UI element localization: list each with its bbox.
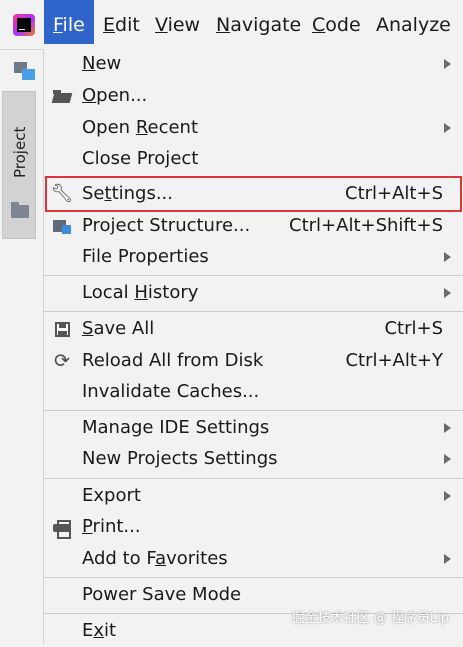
menu-item-local-history-label: Local History <box>82 277 198 309</box>
menu-item-local-history[interactable]: Local History <box>44 277 463 309</box>
menu-item-new-projects-settings-label: New Projects Settings <box>82 443 278 475</box>
menu-code[interactable]: Code <box>312 0 361 50</box>
menu-view-label: iew <box>168 14 201 36</box>
printer-icon <box>52 517 72 537</box>
menu-view-mnemonic: V <box>155 14 168 36</box>
menu-code-label: ode <box>325 14 360 36</box>
menu-item-exit-label: Exit <box>82 615 116 647</box>
submenu-arrow-icon <box>444 491 451 501</box>
menu-item-print[interactable]: Print... <box>44 511 463 543</box>
menu-item-save-all-shortcut: Ctrl+S <box>384 313 443 345</box>
menu-edit[interactable]: Edit <box>103 0 140 50</box>
menu-item-manage-ide-settings[interactable]: Manage IDE Settings <box>44 412 463 444</box>
menu-item-add-to-favorites-label: Add to Favorites <box>82 543 228 575</box>
menu-item-reload-all[interactable]: ⟳ Reload All from Disk Ctrl+Alt+Y <box>44 345 463 377</box>
menu-item-new-projects-settings[interactable]: New Projects Settings <box>44 443 463 475</box>
project-tab-label: Project <box>7 152 33 178</box>
menu-item-new-label: New <box>82 48 121 80</box>
menu-file[interactable]: File <box>44 0 94 50</box>
menu-navigate[interactable]: Navigate <box>216 0 301 50</box>
menu-item-export[interactable]: Export <box>44 480 463 512</box>
menu-item-print-label: Print... <box>82 511 141 543</box>
project-structure-icon[interactable] <box>14 62 36 80</box>
submenu-arrow-icon <box>444 59 451 69</box>
reload-icon: ⟳ <box>52 351 72 371</box>
watermark-text: 掘金技术社区 @ 程序员Lip <box>292 607 449 626</box>
submenu-arrow-icon <box>444 288 451 298</box>
project-tool-window-tab[interactable]: Project <box>2 91 36 239</box>
menu-separator <box>44 275 463 276</box>
menu-item-save-all-label: Save All <box>82 313 154 345</box>
menu-item-project-structure-shortcut: Ctrl+Alt+Shift+S <box>289 210 443 242</box>
menu-item-file-properties[interactable]: File Properties <box>44 241 463 273</box>
menu-item-manage-ide-settings-label: Manage IDE Settings <box>82 412 269 444</box>
menu-item-project-structure-label: Project Structure... <box>82 210 250 242</box>
menu-file-label: ile <box>63 14 85 36</box>
menu-analyze-label: Analyze <box>376 14 451 36</box>
menu-item-add-to-favorites[interactable]: Add to Favorites <box>44 543 463 575</box>
menu-separator <box>44 577 463 578</box>
menu-edit-mnemonic: E <box>103 14 115 36</box>
menu-item-invalidate-caches[interactable]: Invalidate Caches... <box>44 376 463 408</box>
menu-item-close-project-label: Close Project <box>82 143 198 175</box>
submenu-arrow-icon <box>444 252 451 262</box>
submenu-arrow-icon <box>444 454 451 464</box>
menu-item-new[interactable]: New <box>44 48 463 80</box>
project-structure-icon <box>52 216 72 236</box>
menu-separator <box>44 478 463 479</box>
menu-item-file-properties-label: File Properties <box>82 241 209 273</box>
menu-item-open[interactable]: Open... <box>44 80 463 112</box>
menu-view[interactable]: View <box>155 0 200 50</box>
folder-icon <box>11 205 29 218</box>
menu-item-project-structure[interactable]: Project Structure... Ctrl+Alt+Shift+S <box>44 210 463 242</box>
menu-item-export-label: Export <box>82 480 141 512</box>
intellij-logo-icon <box>13 14 35 36</box>
menu-item-invalidate-caches-label: Invalidate Caches... <box>82 376 259 408</box>
menu-separator <box>44 311 463 312</box>
menu-item-power-save-mode-label: Power Save Mode <box>82 579 241 611</box>
menu-item-reload-all-shortcut: Ctrl+Alt+Y <box>345 345 443 377</box>
menu-edit-label: dit <box>115 14 140 36</box>
menu-navigate-mnemonic: N <box>216 14 230 36</box>
folder-open-icon <box>52 86 72 106</box>
menu-item-open-recent[interactable]: Open Recent <box>44 112 463 144</box>
highlight-box <box>45 176 462 212</box>
menu-item-open-recent-label: Open Recent <box>82 112 198 144</box>
menu-file-mnemonic: F <box>53 14 63 36</box>
save-icon <box>52 319 72 339</box>
main-menu-bar: File Edit View Navigate Code Analyze <box>0 0 463 50</box>
menu-item-open-label: Open... <box>82 80 147 112</box>
menu-analyze[interactable]: Analyze <box>376 0 451 50</box>
submenu-arrow-icon <box>444 423 451 433</box>
file-menu-dropdown: New Open... Open Recent Close Project 🔧︎… <box>44 44 463 644</box>
menu-navigate-label: avigate <box>230 14 301 36</box>
left-tool-strip: Project <box>0 50 44 644</box>
submenu-arrow-icon <box>444 554 451 564</box>
menu-code-mnemonic: C <box>312 14 325 36</box>
menu-item-close-project[interactable]: Close Project <box>44 143 463 175</box>
submenu-arrow-icon <box>444 123 451 133</box>
menu-item-save-all[interactable]: Save All Ctrl+S <box>44 313 463 345</box>
menu-item-reload-all-label: Reload All from Disk <box>82 345 263 377</box>
menu-separator <box>44 410 463 411</box>
